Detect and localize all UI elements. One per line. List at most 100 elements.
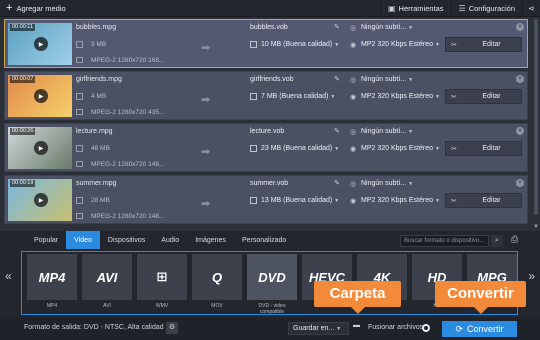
audio-dropdown[interactable]: MP2 320 Kbps Estéreo ▼	[361, 41, 440, 48]
source-file-name: lecture.mpg	[76, 128, 113, 135]
source-file-info: MPEG-2 1280x720 148...	[91, 161, 165, 168]
settings-button[interactable]: ☰ Configuración	[450, 0, 522, 17]
play-icon[interactable]: ▶	[34, 141, 48, 155]
chevron-down-icon: ▼	[334, 198, 340, 204]
audio-icon: ◉	[350, 94, 357, 101]
pencil-icon[interactable]: ✎	[334, 179, 340, 187]
output-file-name[interactable]: lecture.vob	[250, 128, 284, 135]
scroll-right-icon[interactable]: »	[528, 269, 535, 283]
video-thumbnail[interactable]: 00:00:11 ▶	[8, 23, 72, 65]
output-file-name[interactable]: bubbles.vob	[250, 24, 288, 31]
play-icon[interactable]: ▶	[34, 37, 48, 51]
format-item[interactable]: Q MOV	[191, 254, 243, 312]
subtitle-dropdown[interactable]: Ningún subtí... ▼	[361, 180, 413, 187]
output-quality-dropdown[interactable]: 10 MB (Buena calidad) ▼	[261, 41, 339, 48]
output-quality-label: 23 MB (Buena calidad)	[261, 145, 333, 152]
convert-label: Convertir	[467, 324, 504, 334]
chevron-down-icon: ▼	[408, 77, 414, 83]
source-file-info: MPEG-2 1280x720 435...	[91, 109, 165, 116]
audio-label: MP2 320 Kbps Estéreo	[361, 197, 433, 204]
file-row[interactable]: 00:00:07 ▶ girlfriends.mpg 4 MB MPEG-2 1…	[4, 71, 528, 120]
output-file-name[interactable]: girlfriends.vob	[250, 76, 294, 83]
subtitle-dropdown[interactable]: Ningún subtí... ▼	[361, 76, 413, 83]
close-icon[interactable]: ×	[516, 23, 524, 31]
arrow-right-icon: ➡	[201, 146, 211, 158]
output-format-label: Formato de salida: DVD - NTSC, Alta cali…	[24, 324, 164, 331]
folder-callout: Carpeta	[314, 281, 401, 314]
output-file-name[interactable]: summer.vob	[250, 180, 288, 187]
folder-icon[interactable]: ▬	[353, 322, 360, 329]
output-quality-dropdown[interactable]: 13 MB (Buena calidad) ▼	[261, 197, 339, 204]
audio-dropdown[interactable]: MP2 320 Kbps Estéreo ▼	[361, 145, 440, 152]
tools-button[interactable]: ▣ Herramientas	[379, 0, 451, 17]
scissors-icon: ✂	[451, 145, 457, 153]
toolbox-icon: ▣	[387, 4, 396, 13]
source-file-size: 4 MB	[91, 93, 107, 100]
format-tab[interactable]: Video	[66, 231, 100, 249]
video-thumbnail[interactable]: 00:00:26 ▶	[8, 127, 72, 169]
source-file-info: MPEG-2 1280x720 148...	[91, 213, 165, 220]
format-tab[interactable]: Personalizado	[234, 231, 294, 249]
edit-button[interactable]: ✂ Editar	[445, 37, 522, 52]
format-tab[interactable]: Audio	[153, 231, 187, 249]
audio-dropdown[interactable]: MP2 320 Kbps Estéreo ▼	[361, 93, 440, 100]
format-caption: MP4	[46, 303, 58, 309]
subtitle-icon: ◎	[350, 129, 357, 136]
output-quality-label: 7 MB (Buena calidad)	[261, 93, 329, 100]
file-row[interactable]: 00:00:19 ▶ summer.mpg 28 MB MPEG-2 1280x…	[4, 175, 528, 224]
edit-button[interactable]: ✂ Editar	[445, 193, 522, 208]
add-media-button[interactable]: + Agregar medio	[0, 0, 72, 17]
pencil-icon[interactable]: ✎	[334, 127, 340, 135]
audio-dropdown[interactable]: MP2 320 Kbps Estéreo ▼	[361, 197, 440, 204]
scroll-left-icon[interactable]: «	[5, 269, 12, 283]
pencil-icon[interactable]: ✎	[334, 75, 340, 83]
duration-label: 00:00:19	[10, 180, 36, 187]
file-row[interactable]: 00:00:26 ▶ lecture.mpg 48 MB MPEG-2 1280…	[4, 123, 528, 172]
save-to-dropdown[interactable]: Guardar en... ▼	[288, 322, 349, 335]
file-row[interactable]: 00:00:11 ▶ bubbles.mpg 3 MB MPEG-2 1280x…	[4, 19, 528, 68]
subtitle-label: Ningún subtí...	[361, 180, 407, 187]
edit-button[interactable]: ✂ Editar	[445, 89, 522, 104]
scrollbar-thumb[interactable]	[534, 19, 538, 215]
play-icon[interactable]: ▶	[34, 89, 48, 103]
search-icon[interactable]: ⌕	[491, 235, 503, 247]
format-search-input[interactable]: Buscar formato o dispositivo...	[400, 235, 489, 247]
format-tab[interactable]: Popular	[26, 231, 66, 249]
output-quality-dropdown[interactable]: 7 MB (Buena calidad) ▼	[261, 93, 335, 100]
arrow-right-icon: ➡	[201, 42, 211, 54]
close-icon[interactable]: ×	[516, 127, 524, 135]
pencil-icon[interactable]: ✎	[334, 23, 340, 31]
close-icon[interactable]: ×	[516, 75, 524, 83]
format-tab[interactable]: Imágenes	[187, 231, 234, 249]
format-item[interactable]: MP4 MP4	[26, 254, 78, 312]
format-item[interactable]: AVI AVI	[81, 254, 133, 312]
format-tab[interactable]: Dispositivos	[100, 231, 153, 249]
subtitle-dropdown[interactable]: Ningún subtí... ▼	[361, 24, 413, 31]
device-detect-icon[interactable]: ⎙	[511, 234, 518, 245]
convert-button[interactable]: ⟳ Convertir	[442, 321, 517, 337]
output-quality-dropdown[interactable]: 23 MB (Buena calidad) ▼	[261, 145, 339, 152]
subtitle-dropdown[interactable]: Ningún subtí... ▼	[361, 128, 413, 135]
close-icon[interactable]: ×	[516, 179, 524, 187]
format-logo: MP4	[27, 254, 77, 300]
video-thumbnail[interactable]: 00:00:07 ▶	[8, 75, 72, 117]
play-icon[interactable]: ▶	[34, 193, 48, 207]
video-thumbnail[interactable]: 00:00:19 ▶	[8, 179, 72, 221]
merge-files-toggle[interactable]	[422, 324, 430, 332]
format-item[interactable]: ⊞ WMV	[136, 254, 188, 312]
arrow-right-icon: ➡	[201, 198, 211, 210]
bottom-bar: Formato de salida: DVD - NTSC, Alta cali…	[0, 318, 540, 340]
arrow-right-icon: ➡	[201, 94, 211, 106]
share-button[interactable]: ⋖	[522, 0, 540, 17]
edit-label: Editar	[482, 197, 501, 204]
scroll-down-icon[interactable]: ▼	[532, 223, 540, 231]
format-item[interactable]: DVD DVD - video compatible	[246, 254, 298, 314]
file-size-icon	[76, 93, 83, 100]
edit-button[interactable]: ✂ Editar	[445, 141, 522, 156]
output-size-icon	[250, 197, 257, 204]
file-list-scrollbar[interactable]: ▼	[532, 19, 540, 231]
gear-icon[interactable]: ⚙	[166, 322, 178, 334]
format-caption: AVI	[103, 303, 111, 309]
format-logo: DVD	[247, 254, 297, 300]
duration-label: 00:00:07	[10, 76, 36, 83]
